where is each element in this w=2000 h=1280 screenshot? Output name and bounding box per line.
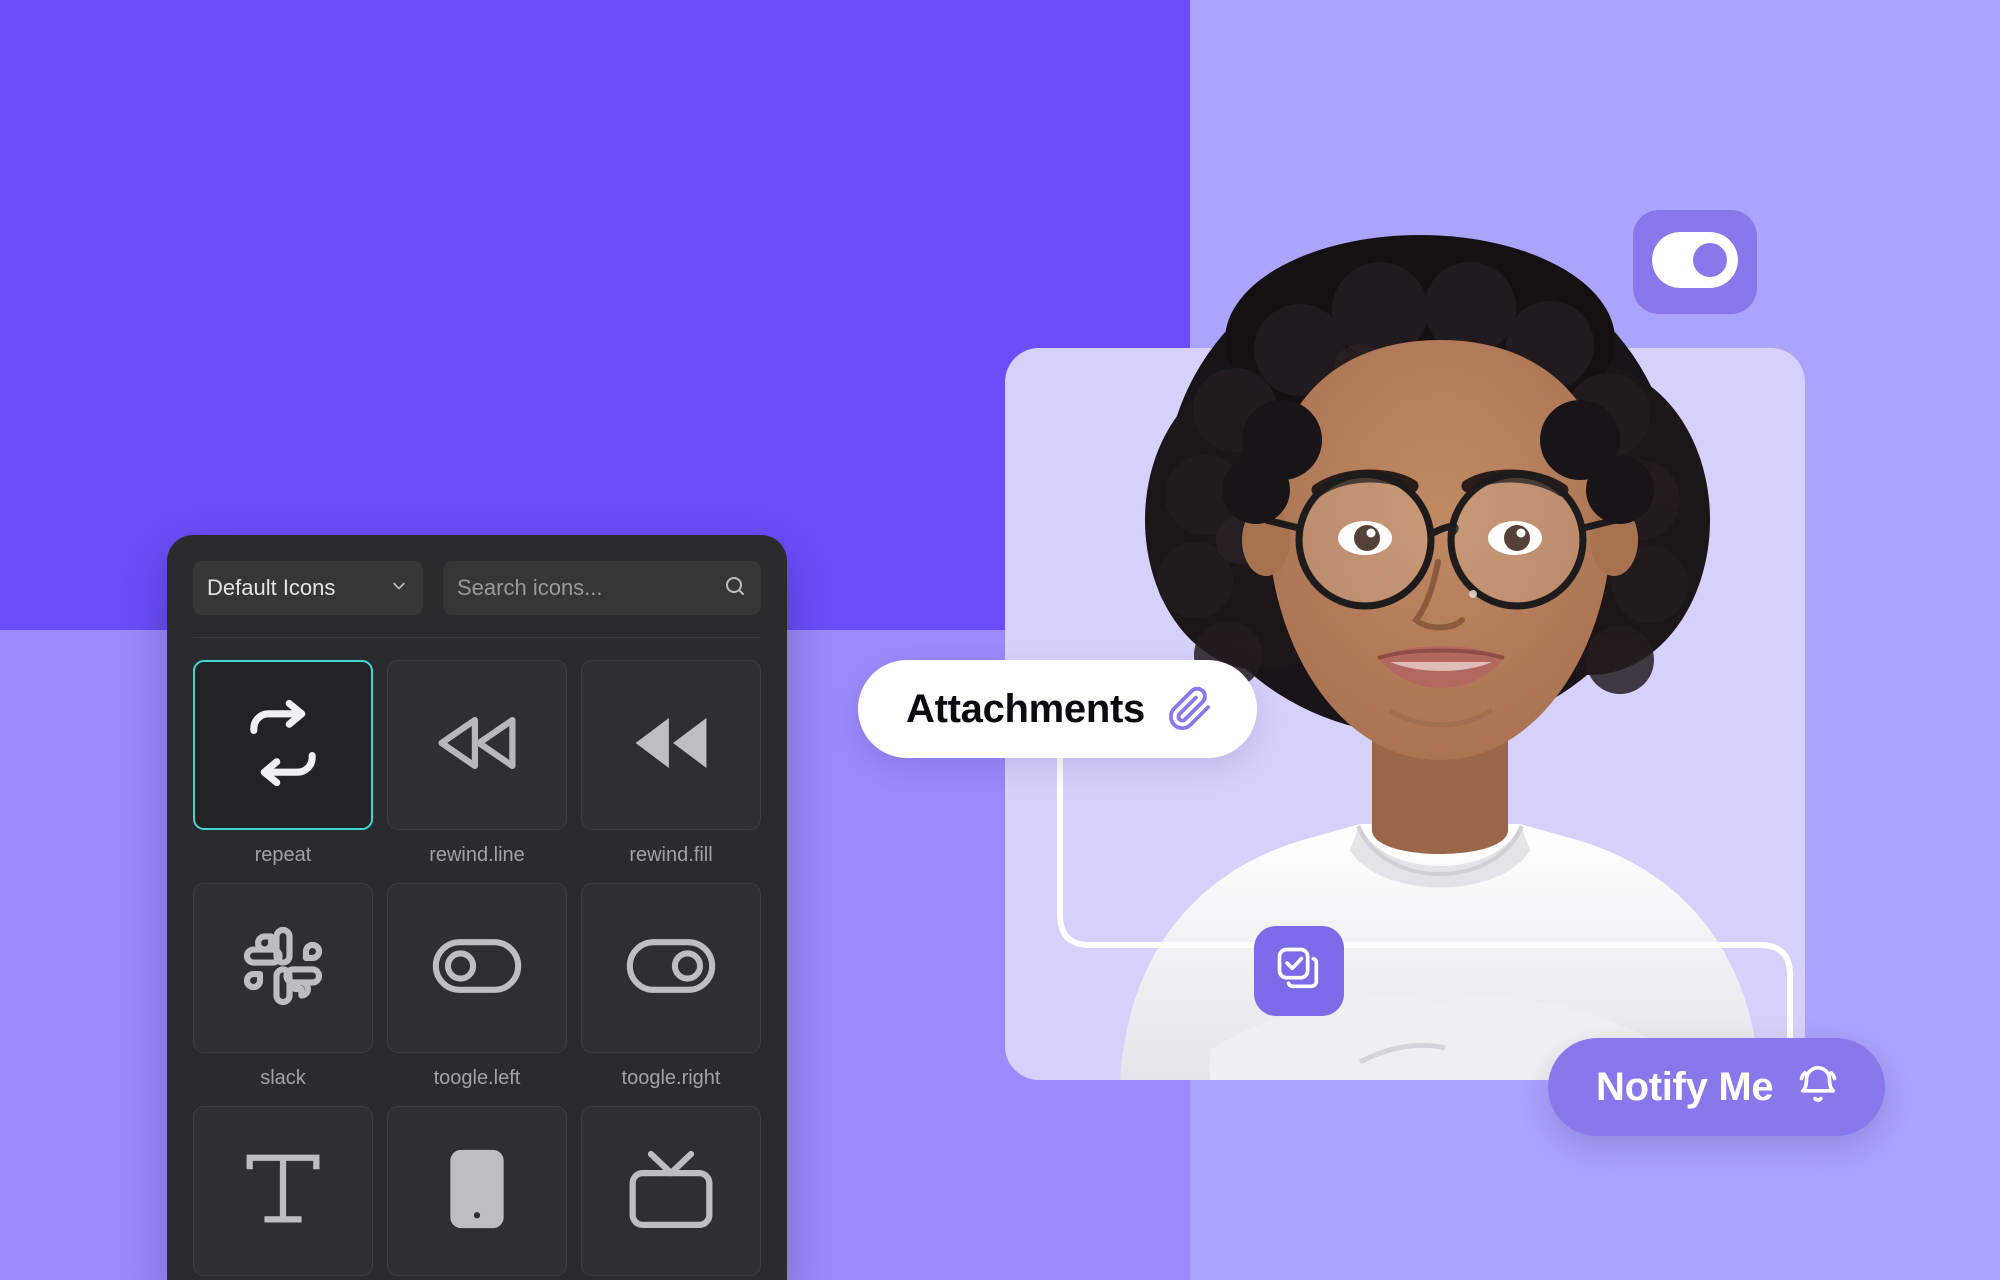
toggle-badge[interactable] — [1633, 210, 1757, 314]
icon-tile-rewind-fill[interactable] — [581, 660, 761, 830]
toggle-right-icon — [619, 914, 723, 1023]
attachments-chip-label: Attachments — [906, 686, 1145, 731]
icon-set-dropdown[interactable]: Default Icons — [193, 561, 423, 615]
tv-icon — [621, 1139, 721, 1244]
checkbox-badge[interactable] — [1254, 926, 1344, 1016]
icon-tile-toggle-right[interactable] — [581, 883, 761, 1053]
icon-grid-cell[interactable]: toogle.right — [581, 883, 761, 1090]
icon-tile-label: slack — [260, 1067, 306, 1089]
icon-tile-repeat[interactable] — [193, 660, 373, 830]
icon-picker-header: Default Icons Search icons... — [167, 535, 787, 637]
icon-tile-label: toogle.left — [433, 1067, 521, 1089]
icon-tile-slack[interactable] — [193, 883, 373, 1053]
search-icon[interactable] — [723, 574, 747, 603]
icon-grid-cell[interactable]: repeat — [193, 660, 373, 867]
icon-grid-cell[interactable]: slack — [193, 883, 373, 1090]
icon-grid-cell[interactable]: tablet — [387, 1106, 567, 1280]
icon-tile-label: rewind.fill — [629, 844, 713, 866]
icon-grid-cell[interactable]: rewind.fill — [581, 660, 761, 867]
icon-tile-label: toogle.right — [621, 1067, 721, 1089]
icon-tile-label: repeat — [254, 844, 312, 866]
icon-picker-panel: Default Icons Search icons... repeat rew… — [167, 535, 787, 1280]
notify-me-chip-label: Notify Me — [1596, 1064, 1774, 1109]
bell-ring-icon — [1795, 1064, 1841, 1110]
icon-tile-toggle-left[interactable] — [387, 883, 567, 1053]
icon-tile-tablet[interactable] — [387, 1106, 567, 1276]
notify-me-chip[interactable]: Notify Me — [1548, 1038, 1886, 1136]
icon-tile-label: rewind.line — [429, 844, 525, 866]
search-input[interactable]: Search icons... — [457, 575, 723, 601]
paperclip-icon — [1167, 686, 1213, 732]
icon-set-dropdown-label: Default Icons — [207, 575, 336, 600]
icon-tile-tv[interactable] — [581, 1106, 761, 1276]
text-t-icon — [233, 1139, 333, 1244]
icon-grid-cell[interactable]: toogle.left — [387, 883, 567, 1090]
toggle-left-icon — [425, 914, 529, 1023]
checkbox-stack-icon — [1273, 943, 1325, 1000]
chevron-down-icon — [389, 576, 409, 601]
icon-grid: repeat rewind.line rewind.fill slack too… — [167, 638, 787, 1280]
search-input-wrapper[interactable]: Search icons... — [443, 561, 761, 615]
icon-grid-cell[interactable]: text — [193, 1106, 373, 1280]
slack-icon — [237, 920, 329, 1017]
rewind-line-icon — [427, 693, 527, 798]
icon-grid-cell[interactable]: rewind.line — [387, 660, 567, 867]
rewind-fill-icon — [621, 693, 721, 798]
icon-grid-cell[interactable]: tv — [581, 1106, 761, 1280]
icon-tile-text[interactable] — [193, 1106, 373, 1276]
icon-tile-rewind-line[interactable] — [387, 660, 567, 830]
attachments-chip[interactable]: Attachments — [858, 660, 1257, 758]
toggle-on-icon — [1652, 231, 1738, 293]
repeat-icon — [233, 693, 333, 798]
tablet-fill-icon — [427, 1139, 527, 1244]
